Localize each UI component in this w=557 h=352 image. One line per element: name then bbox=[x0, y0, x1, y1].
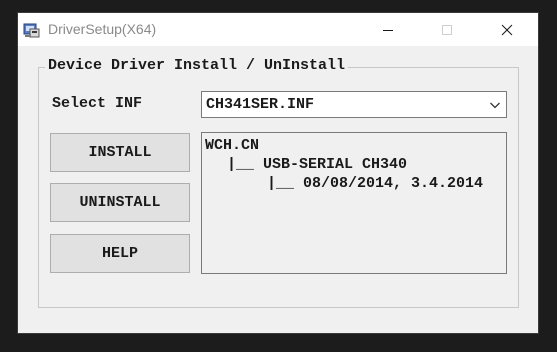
window-title: DriverSetup(X64) bbox=[48, 21, 157, 37]
minimize-icon bbox=[383, 29, 393, 31]
inf-file-dropdown[interactable]: CH341SER.INF bbox=[201, 91, 507, 118]
minimize-button[interactable] bbox=[365, 13, 411, 46]
groupbox-label: Device Driver Install / UnInstall bbox=[45, 57, 349, 74]
maximize-button bbox=[424, 13, 470, 46]
chevron-down-icon bbox=[490, 102, 500, 109]
maximize-icon bbox=[442, 24, 452, 35]
uninstall-button[interactable]: UNINSTALL bbox=[50, 183, 190, 222]
title-bar[interactable]: DriverSetup(X64) bbox=[18, 13, 538, 46]
driver-vendor: WCH.CN bbox=[205, 137, 260, 154]
close-icon bbox=[501, 24, 513, 35]
help-button[interactable]: HELP bbox=[50, 234, 190, 273]
driver-version: |__ 08/08/2014, 3.4.2014 bbox=[267, 175, 484, 192]
inf-file-selected-value: CH341SER.INF bbox=[206, 96, 315, 113]
driver-info-box: WCH.CN |__ USB-SERIAL CH340 |__ 08/08/20… bbox=[201, 132, 507, 274]
driver-setup-window: DriverSetup(X64) Device Driver Install /… bbox=[18, 13, 538, 333]
select-inf-label: Select INF bbox=[52, 95, 143, 112]
app-icon bbox=[23, 21, 41, 39]
install-button[interactable]: INSTALL bbox=[50, 133, 190, 172]
close-button[interactable] bbox=[484, 13, 530, 46]
driver-device: |__ USB-SERIAL CH340 bbox=[227, 156, 408, 173]
